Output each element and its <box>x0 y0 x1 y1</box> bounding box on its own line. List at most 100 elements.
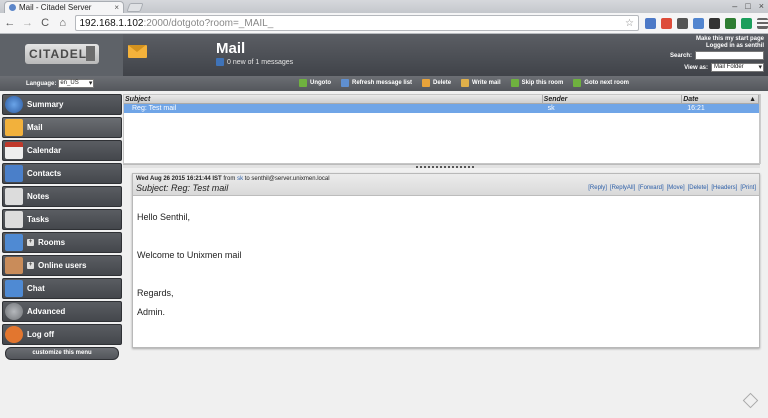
reload-icon[interactable]: C <box>39 17 51 29</box>
body-line: Welcome to Unixmen mail <box>137 250 242 260</box>
power-icon <box>5 326 23 343</box>
sidebar-item-contacts[interactable]: Contacts <box>2 163 122 184</box>
skip-room-button[interactable]: Skip this room <box>510 79 564 87</box>
sidebar-item-rooms[interactable]: + Rooms <box>2 232 122 253</box>
window-controls: – □ × <box>732 1 764 11</box>
column-subject[interactable]: Subject <box>124 95 543 103</box>
sidebar-item-label: Rooms <box>38 238 66 247</box>
sidebar-item-summary[interactable]: Summary <box>2 94 122 115</box>
customize-menu-button[interactable]: customize this menu <box>5 347 119 360</box>
sidebar-item-log-off[interactable]: Log off <box>2 324 122 345</box>
goto-next-room-button[interactable]: Goto next room <box>573 79 629 87</box>
envelope-icon <box>5 119 23 136</box>
chat-icon <box>5 280 23 297</box>
sidebar-item-mail[interactable]: Mail <box>2 117 122 138</box>
forward-icon[interactable]: → <box>22 17 34 29</box>
menu-icon[interactable] <box>756 17 768 29</box>
column-date[interactable]: Date ▲ <box>682 95 759 103</box>
minimize-icon[interactable]: – <box>732 1 737 11</box>
extension-icon[interactable] <box>644 17 656 29</box>
subject-text: Reg: Test mail <box>171 183 229 193</box>
ungoto-icon <box>299 79 307 87</box>
delete-label: Delete <box>433 80 452 86</box>
room-message-count: 0 new of 1 messages <box>216 58 293 66</box>
body-line: Regards, <box>137 288 174 298</box>
message-list-scrollbar[interactable] <box>760 94 767 164</box>
ungoto-button[interactable]: Ungoto <box>299 79 331 87</box>
extension-icon[interactable] <box>692 17 704 29</box>
rss-icon[interactable] <box>216 58 224 66</box>
move-link[interactable]: [Move] <box>667 185 685 191</box>
extension-icon[interactable] <box>660 17 672 29</box>
browser-tab-bar: Mail - Citadel Server × – □ × <box>0 0 768 13</box>
forward-link[interactable]: [Forward] <box>638 185 663 191</box>
logo-area: CITADEL <box>0 34 123 76</box>
message-preview: Wed Aug 26 2015 16:21:44 IST from sk to … <box>132 173 760 348</box>
user-info: Make this my start page Logged in as sen… <box>696 36 764 50</box>
search-input[interactable] <box>695 51 764 60</box>
refresh-label: Refresh message list <box>352 80 413 86</box>
message-count-text: 0 new of 1 messages <box>227 58 294 66</box>
close-window-icon[interactable]: × <box>759 1 764 11</box>
user-icon <box>5 257 23 274</box>
extension-icon[interactable] <box>724 17 736 29</box>
home-icon[interactable]: ⌂ <box>57 17 69 29</box>
write-mail-label: Write mail <box>472 80 501 86</box>
message-date: Wed Aug 26 2015 16:21:44 IST <box>136 176 222 182</box>
sidebar-item-chat[interactable]: Chat <box>2 278 122 299</box>
extension-icon[interactable] <box>740 17 752 29</box>
write-mail-button[interactable]: Write mail <box>461 79 501 87</box>
expand-icon[interactable]: + <box>27 262 34 269</box>
mail-room-icon <box>128 45 147 58</box>
logged-in-text: Logged in as senthil <box>705 43 764 49</box>
reply-link[interactable]: [Reply] <box>588 185 607 191</box>
diamond-icon <box>742 392 759 409</box>
message-actions: [Reply] [ReplyAll] [Forward] [Move] [Del… <box>588 185 756 191</box>
gear-icon <box>5 303 23 320</box>
sidebar-item-notes[interactable]: Notes <box>2 186 122 207</box>
tab-close-icon[interactable]: × <box>114 3 119 12</box>
contacts-icon <box>5 165 23 182</box>
citadel-header: CITADEL Mail 0 new of 1 messages Make th… <box>0 34 768 76</box>
sidebar-item-calendar[interactable]: Calendar <box>2 140 122 161</box>
search-row: Search: <box>670 51 764 60</box>
body-line: Hello Senthil, <box>137 212 191 222</box>
make-start-page-link[interactable]: Make this my start page <box>696 36 764 43</box>
pane-splitter[interactable] <box>123 164 760 168</box>
sidebar-item-online-users[interactable]: + Online users <box>2 255 122 276</box>
bookmark-star-icon[interactable]: ☆ <box>625 18 634 29</box>
language-select[interactable]: en_US <box>58 79 95 88</box>
sort-ascending-icon[interactable]: ▲ <box>749 95 756 103</box>
goto-next-room-label: Goto next room <box>584 80 629 86</box>
headers-link[interactable]: [Headers] <box>711 185 737 191</box>
view-as-row: View as: Mail Folder <box>684 63 764 72</box>
print-link[interactable]: [Print] <box>740 185 756 191</box>
delete-button[interactable]: Delete <box>422 79 451 87</box>
room-toolbar: Language: en_US Ungoto Refresh message l… <box>0 76 768 91</box>
address-bar[interactable]: 192.168.1.102:2000/dotgoto?room=_MAIL_ ☆ <box>74 15 639 31</box>
column-sender[interactable]: Sender <box>543 95 683 103</box>
calendar-icon <box>5 142 23 159</box>
subject-label: Subject: <box>136 183 169 193</box>
browser-tab[interactable]: Mail - Citadel Server × <box>4 1 124 13</box>
url-path: :2000/dotgoto?room=_MAIL_ <box>143 17 274 29</box>
maximize-icon[interactable]: □ <box>745 1 750 11</box>
sender-link[interactable]: sk <box>237 176 243 182</box>
refresh-button[interactable]: Refresh message list <box>341 79 412 87</box>
sidebar-item-advanced[interactable]: Advanced <box>2 301 122 322</box>
delete-link[interactable]: [Delete] <box>688 185 709 191</box>
reply-all-link[interactable]: [ReplyAll] <box>610 185 635 191</box>
view-as-select[interactable]: Mail Folder <box>711 63 764 72</box>
table-row[interactable]: Reg: Test mail sk 16:21 <box>124 104 759 113</box>
sidebar: Summary Mail Calendar Contacts Notes Tas… <box>2 94 122 360</box>
sidebar-item-tasks[interactable]: Tasks <box>2 209 122 230</box>
skip-room-label: Skip this room <box>521 80 564 86</box>
extension-icon[interactable] <box>676 17 688 29</box>
message-body: Hello Senthil, Welcome to Unixmen mail R… <box>133 196 759 334</box>
expand-icon[interactable]: + <box>27 239 34 246</box>
new-tab-button[interactable] <box>126 3 144 12</box>
extension-icon[interactable] <box>708 17 720 29</box>
back-icon[interactable]: ← <box>4 17 16 29</box>
sidebar-item-label: Online users <box>38 261 87 270</box>
preview-header: Wed Aug 26 2015 16:21:44 IST from sk to … <box>133 174 759 196</box>
